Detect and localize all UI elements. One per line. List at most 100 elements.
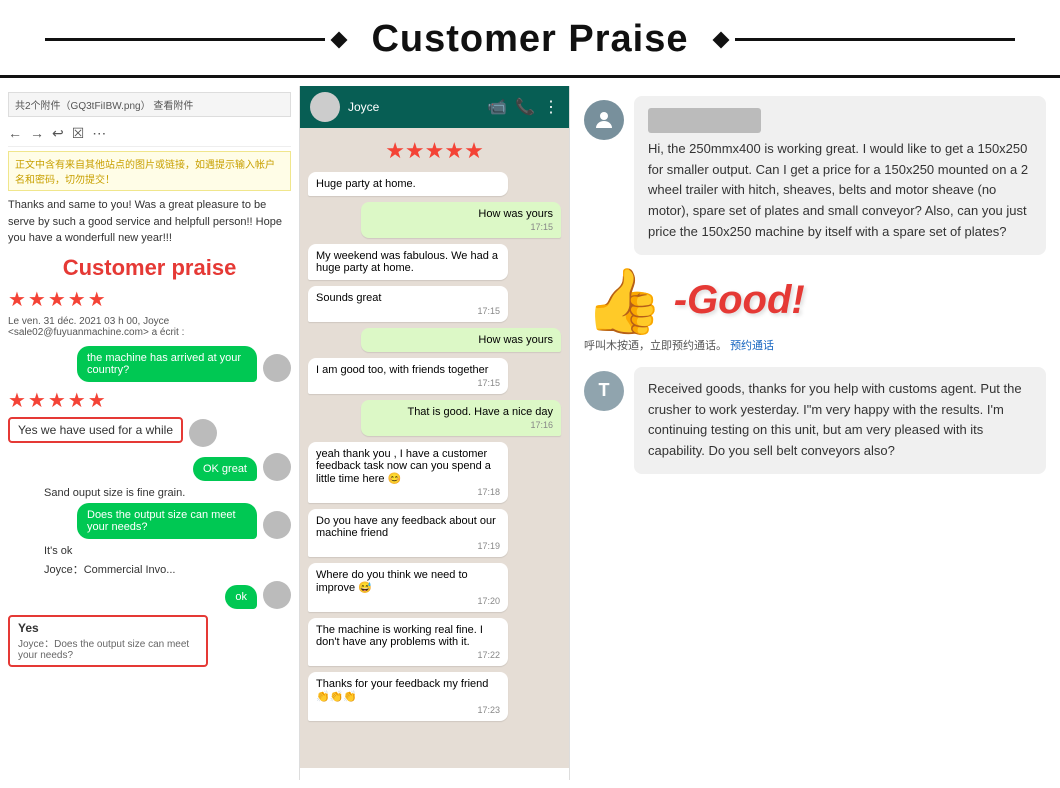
wa-bubble-4: How was yours (361, 328, 561, 352)
wa-msg-0: Huge party at home. (308, 172, 561, 196)
wa-text-0: Huge party at home. (316, 178, 416, 190)
wa-text-3: Sounds great (316, 292, 381, 304)
review1-card: name Hi, the 250mmx400 is working great.… (634, 96, 1046, 255)
wa-bubble-3: Sounds great 17:15 (308, 286, 508, 322)
reviewer2-avatar: T (584, 371, 624, 411)
review2-container: T Received goods, thanks for you help wi… (584, 367, 1046, 474)
wa-text-4: How was yours (478, 334, 553, 346)
email-warning: 正文中含有来自其他站点的图片或链接，如遇提示输入帐户名和密码，切勿提交！ (8, 151, 291, 191)
avatar-sent-2 (263, 453, 291, 481)
wa-msg-11: Thanks for your feedback my friend 👏👏👏 1… (308, 672, 561, 721)
bubble-sent-1: the machine has arrived at your country? (77, 346, 257, 382)
wa-stars: ★★★★★ (308, 138, 561, 164)
highlight2-sub: Joyce：Does the output size can meet your… (18, 635, 198, 661)
back-icon[interactable]: ← (8, 125, 22, 142)
header-line-left (45, 38, 325, 41)
page-header: Customer Praise (0, 0, 1060, 78)
wa-msg-9: Where do you think we need to improve 😅 … (308, 563, 561, 612)
review1-container: name Hi, the 250mmx400 is working great.… (584, 96, 1046, 255)
highlight2-title: Yes (18, 621, 198, 635)
wa-bubble-5: I am good too, with friends together 17:… (308, 358, 508, 394)
wa-text-2: My weekend was fabulous. We had a huge p… (316, 250, 498, 274)
good-label: -Good! (674, 278, 805, 323)
bubble-ok-great: OK great (193, 457, 257, 481)
wa-text-1: How was yours (478, 208, 553, 220)
attachment-line: Joyce：Commercial Invo... (8, 561, 291, 577)
wa-bubble-7: yeah thank you , I have a customer feedb… (308, 442, 508, 503)
avatar-recv-1 (189, 419, 217, 447)
reviewer2-initial: T (599, 380, 610, 401)
wa-bubble-2: My weekend was fabulous. We had a huge p… (308, 244, 508, 280)
wa-header: Joyce 📹 📞 ⋮ (300, 86, 569, 128)
reviewer1-name-blurred: name (648, 108, 761, 133)
review2-text: Received goods, thanks for you help with… (648, 379, 1032, 462)
wa-more-icon[interactable]: ⋮ (543, 97, 559, 117)
wa-msg-6: That is good. Have a nice day 17:16 (308, 400, 561, 436)
wa-bubble-10: The machine is working real fine. I don'… (308, 618, 508, 666)
wa-contact-avatar (310, 92, 340, 122)
wa-messages: ★★★★★ Huge party at home. How was yours … (300, 128, 569, 768)
wa-msg-8: Do you have any feedback about our machi… (308, 509, 561, 557)
chat-row-1: the machine has arrived at your country? (8, 346, 291, 382)
email-stars: ★★★★★ (8, 287, 291, 312)
chinese-text: 呼叫木按迺，立即预约通话。 (584, 340, 727, 352)
email-panel: 共2个附件（GQ3tFiIBW.png） 查看附件 ← → ↩ ☒ ⋯ 正文中含… (0, 86, 300, 780)
wa-text-6: That is good. Have a nice day (407, 406, 553, 418)
chat-row-output: Does the output size can meet your needs… (8, 503, 291, 539)
avatar-sent-4 (263, 581, 291, 609)
chat-row-ok: OK great (8, 453, 291, 481)
main-content: 共2个附件（GQ3tFiIBW.png） 查看附件 ← → ↩ ☒ ⋯ 正文中含… (0, 78, 1060, 788)
wa-msg-3: Sounds great 17:15 (308, 286, 561, 322)
wa-msg-4: How was yours (308, 328, 561, 352)
reply-icon[interactable]: ↩ (52, 125, 64, 142)
review2-card: Received goods, thanks for you help with… (634, 367, 1046, 474)
bubble-output: Does the output size can meet your needs… (77, 503, 257, 539)
chat-row-highlight2: Yes Joyce：Does the output size can meet … (8, 615, 291, 671)
wa-text-8: Do you have any feedback about our machi… (316, 515, 496, 539)
forward-icon[interactable]: → (30, 125, 44, 142)
wa-video-icon[interactable]: 📹 (487, 97, 507, 117)
wa-msg-5: I am good too, with friends together 17:… (308, 358, 561, 394)
wa-bubble-0: Huge party at home. (308, 172, 508, 196)
reviews-panel: name Hi, the 250mmx400 is working great.… (570, 86, 1060, 780)
wa-text-10: The machine is working real fine. I don'… (316, 624, 483, 648)
wa-bubble-1: How was yours 17:15 (361, 202, 561, 238)
more-icon[interactable]: ⋯ (92, 125, 106, 142)
email-body-text: Thanks and same to you! Was a great plea… (8, 197, 291, 247)
plain-text-grain: Sand ouput size is fine grain. (8, 487, 291, 499)
email-toolbar[interactable]: ← → ↩ ☒ ⋯ (8, 121, 291, 147)
wa-msg-7: yeah thank you , I have a customer feedb… (308, 442, 561, 503)
page-title: Customer Praise (371, 18, 688, 61)
thumbs-up-icon: 👍 (584, 269, 664, 333)
wa-text-5: I am good too, with friends together (316, 364, 488, 376)
review1-text: Hi, the 250mmx400 is working great. I wo… (648, 139, 1032, 243)
chat-area: the machine has arrived at your country?… (8, 346, 291, 671)
avatar-sent-1 (263, 354, 291, 382)
wa-call-icon[interactable]: 📞 (515, 97, 535, 117)
email-attachment-bar: 共2个附件（GQ3tFiIBW.png） 查看附件 (8, 92, 291, 117)
header-diamond-right (712, 31, 729, 48)
attachment-info: 共2个附件（GQ3tFiIBW.png） 查看附件 (15, 101, 193, 112)
wa-msg-1: How was yours 17:15 (308, 202, 561, 238)
chinese-text-row: 呼叫木按迺，立即预约通话。 预约通话 (584, 337, 1046, 353)
wa-text-11: Thanks for your feedback my friend 👏👏👏 (316, 678, 488, 703)
stars-row-chat: ★★★★★ (8, 388, 291, 413)
check-icon[interactable]: ☒ (72, 125, 85, 142)
highlight-box-1: Yes we have used for a while (8, 417, 183, 443)
praise-subtitle: Customer praise (8, 255, 291, 281)
wa-bubble-6: That is good. Have a nice day 17:16 (361, 400, 561, 436)
header-line-right (735, 38, 1015, 41)
wa-bubble-11: Thanks for your feedback my friend 👏👏👏 1… (308, 672, 508, 721)
wa-text-7: yeah thank you , I have a customer feedb… (316, 448, 491, 485)
avatar-sent-3 (263, 511, 291, 539)
wa-msg-10: The machine is working real fine. I don'… (308, 618, 561, 666)
wa-contact-name: Joyce (348, 100, 379, 114)
plain-text-ok: It's ok (8, 545, 291, 557)
reviewer1-avatar (584, 100, 624, 140)
wa-text-9: Where do you think we need to improve 😅 (316, 569, 468, 594)
header-diamond-left (331, 31, 348, 48)
wa-bubble-8: Do you have any feedback about our machi… (308, 509, 508, 557)
wa-bubble-9: Where do you think we need to improve 😅 … (308, 563, 508, 612)
whatsapp-panel: Joyce 📹 📞 ⋮ ★★★★★ Huge party at home. Ho… (300, 86, 570, 780)
chinese-link[interactable]: 预约通话 (730, 340, 774, 352)
